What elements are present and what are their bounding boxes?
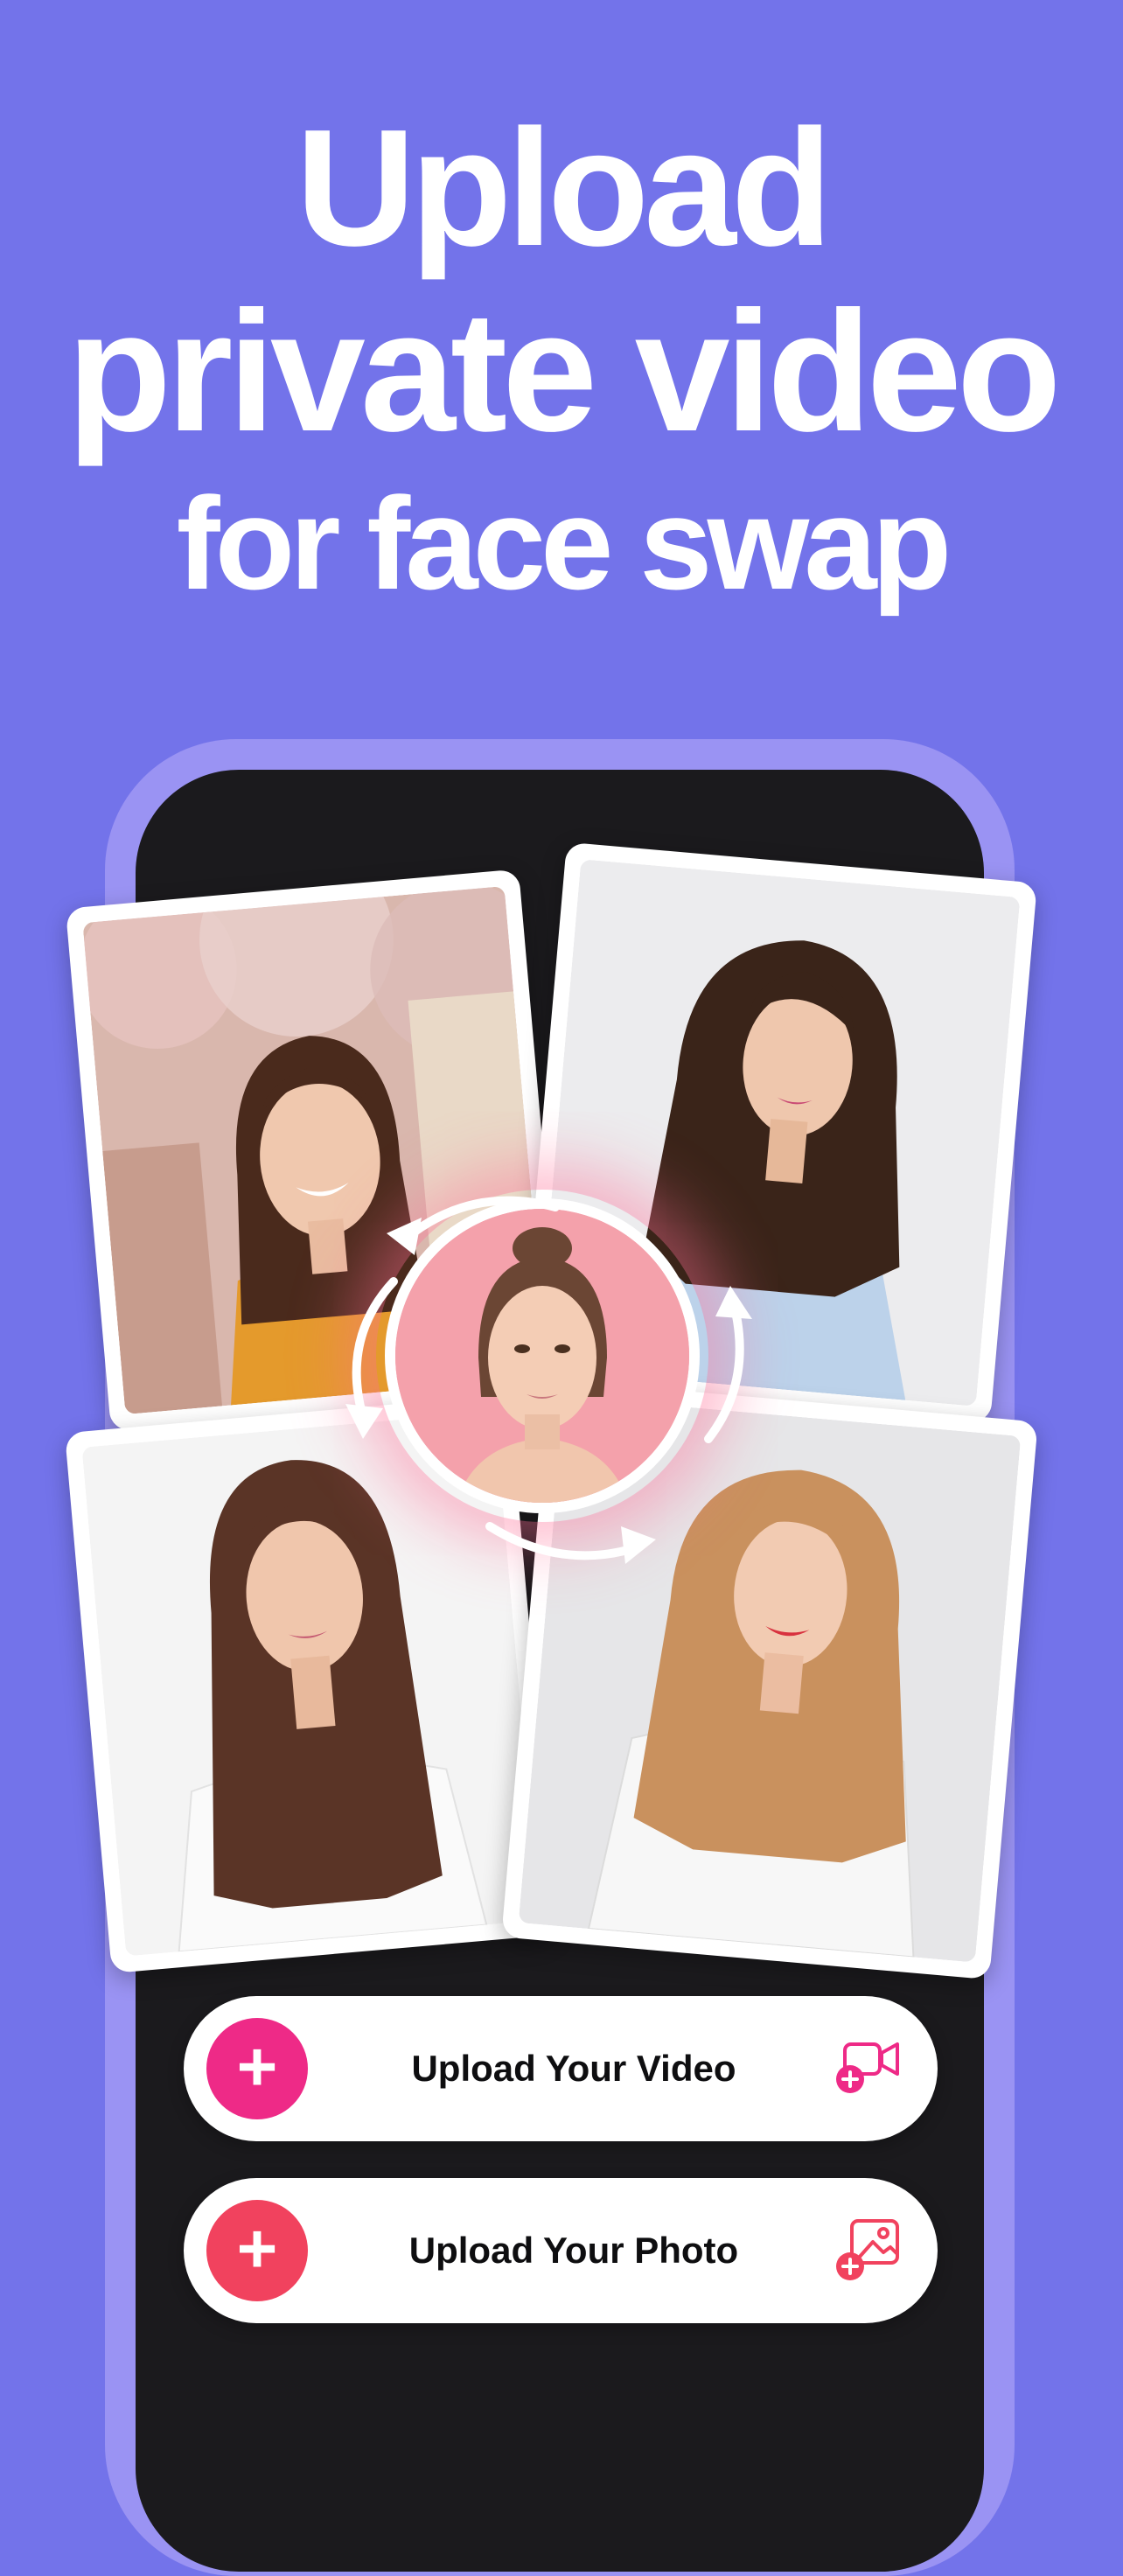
headline-line-2: private video	[66, 276, 1061, 467]
plus-icon: +	[206, 2018, 308, 2119]
swap-arrows-icon	[345, 1196, 752, 1564]
image-add-icon	[836, 2219, 899, 2280]
upload-video-button[interactable]: + Upload Your Video	[184, 1996, 938, 2141]
headline: Upload private video for face swap	[0, 96, 1123, 626]
headline-line-1: Upload	[296, 95, 833, 281]
plus-icon: +	[206, 2200, 308, 2301]
headline-line-3: for face swap	[176, 470, 952, 617]
upload-video-label: Upload Your Video	[411, 2048, 736, 2089]
upload-photo-label: Upload Your Photo	[408, 2230, 739, 2271]
upload-photo-button[interactable]: + Upload Your Photo	[184, 2178, 938, 2323]
face-swap-center	[324, 1137, 761, 1574]
video-add-icon	[836, 2042, 899, 2093]
